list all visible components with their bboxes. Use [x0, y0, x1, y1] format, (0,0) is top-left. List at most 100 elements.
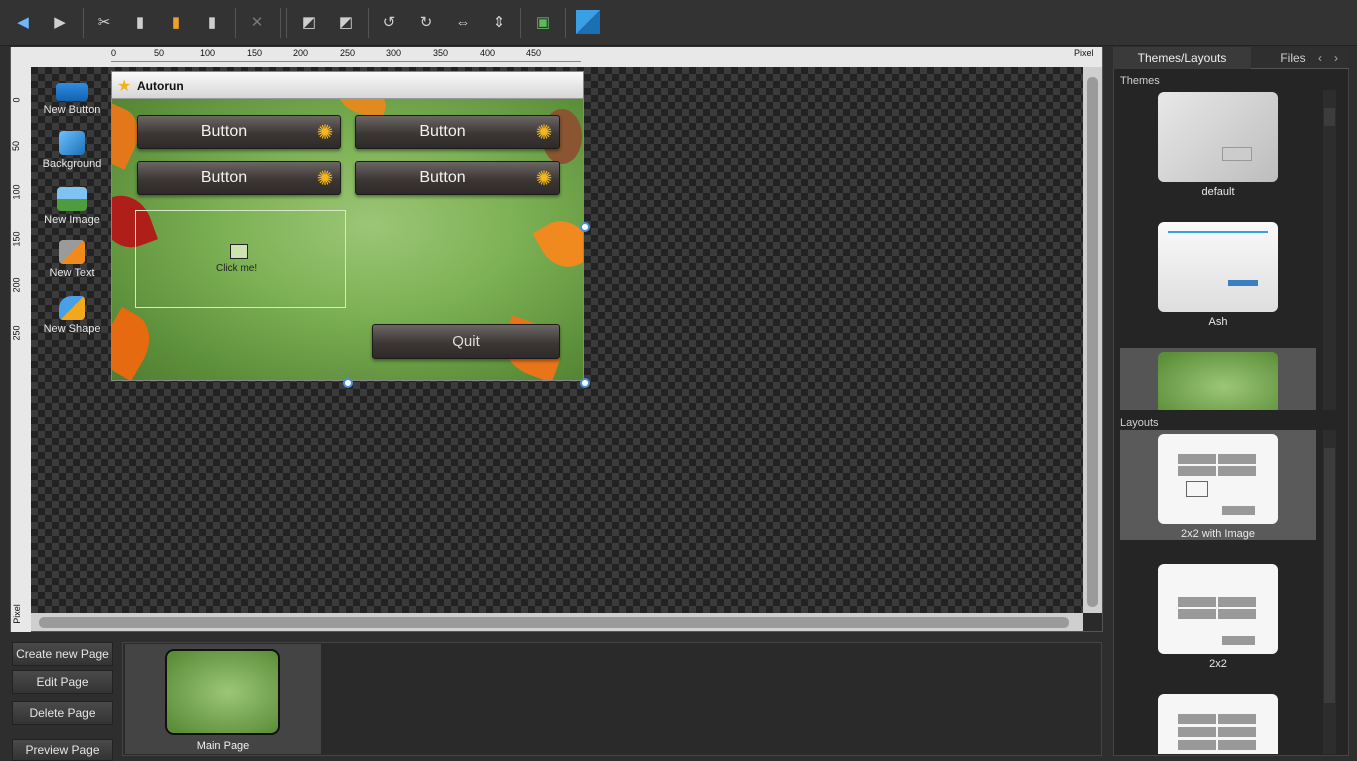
quit-button[interactable]: Quit — [372, 324, 560, 359]
autorun-window-preview[interactable]: ★ Autorun Button ✺ Button ✺ Button ✺ Button… — [111, 71, 584, 381]
flip-vertical-icon[interactable]: ⇕ — [486, 9, 512, 35]
rotate-left-icon[interactable]: ↺ — [376, 9, 402, 35]
layout-cell — [1178, 454, 1216, 464]
layout-cell — [1218, 454, 1256, 464]
leaf-decoration — [532, 211, 583, 277]
new-button-tool[interactable]: New Button — [36, 80, 108, 116]
layout-cell — [1178, 466, 1216, 476]
preview-page-button[interactable]: Preview Page — [12, 739, 113, 761]
layout-label: 2x2 with Image — [1181, 528, 1255, 540]
ruler-label: 400 — [480, 48, 496, 58]
ruler-unit-label: Pixel — [1074, 48, 1094, 58]
ruler-label: 350 — [433, 48, 449, 58]
toolbar-separator — [368, 8, 369, 38]
toolbar-separator — [286, 8, 287, 38]
flip-horizontal-icon[interactable]: ⇔ — [450, 9, 476, 35]
scrollbar-thumb[interactable] — [1324, 448, 1335, 703]
layout-card-grid[interactable] — [1158, 694, 1278, 754]
layout-card-2x2[interactable] — [1158, 564, 1278, 654]
tab-themes-layouts[interactable]: Themes/Layouts — [1113, 47, 1251, 69]
themes-scrollbar[interactable] — [1323, 90, 1336, 410]
background-tool[interactable]: Background — [36, 131, 108, 170]
scrollbar-thumb[interactable] — [1087, 77, 1098, 607]
layout-cell — [1218, 597, 1256, 607]
layout-cell — [1178, 727, 1216, 737]
clipboard-icon[interactable]: ▮ — [127, 9, 153, 35]
resize-handle-corner[interactable] — [580, 378, 590, 388]
image-caption: Click me! — [216, 263, 258, 274]
resize-handle-bottom[interactable] — [343, 378, 353, 388]
layout-cell — [1218, 466, 1256, 476]
preview-button-1[interactable]: Button ✺ — [137, 115, 341, 149]
theme-card-default[interactable] — [1158, 92, 1278, 182]
paste-icon[interactable]: ▮ — [163, 9, 189, 35]
ruler-label: 150 — [247, 48, 263, 58]
ruler-label: 300 — [386, 48, 402, 58]
create-page-button[interactable]: Create new Page — [12, 642, 113, 666]
layout-card-2x2-image[interactable] — [1158, 434, 1278, 524]
button-label: Quit — [452, 333, 480, 350]
new-text-tool[interactable]: New Text — [36, 240, 108, 279]
ruler-label: 50 — [154, 48, 165, 58]
layout-cell — [1222, 636, 1255, 645]
cut-icon[interactable]: ✂ — [91, 9, 117, 35]
edit-page-button[interactable]: Edit Page — [12, 670, 113, 694]
ruler-unit-label: Pixel — [11, 604, 22, 624]
image-placeholder[interactable]: Click me! — [135, 210, 346, 308]
resize-handle-right[interactable] — [580, 222, 590, 232]
layout-label: 2x2 — [1209, 658, 1227, 670]
preview-button-3[interactable]: Button ✺ — [137, 161, 341, 195]
right-panel-tabs: Themes/Layouts Files ‹ › — [1113, 47, 1349, 69]
vertical-ruler: 0 50 100 150 200 250 Pixel — [11, 67, 31, 632]
page-thumbnail-label: Main Page — [196, 740, 250, 752]
image-icon — [230, 244, 248, 259]
page-thumbnail-image — [165, 649, 280, 735]
send-backward-icon[interactable]: ◩ — [333, 9, 359, 35]
new-text-icon — [59, 240, 85, 264]
tab-scroll-right-icon[interactable]: › — [1329, 47, 1343, 69]
delete-icon[interactable]: ✕ — [244, 9, 270, 35]
toolbar-separator — [235, 8, 236, 38]
page-thumbnail-main[interactable]: Main Page — [125, 644, 321, 754]
canvas-vertical-scrollbar[interactable] — [1083, 67, 1102, 613]
rotate-right-icon[interactable]: ↻ — [413, 9, 439, 35]
layouts-heading: Layouts — [1120, 417, 1159, 429]
tab-files[interactable]: Files — [1273, 47, 1313, 69]
star-icon: ★ — [117, 78, 132, 95]
button-label: Button — [200, 169, 248, 186]
forward-icon[interactable]: ▶ — [47, 9, 73, 35]
window-background[interactable]: Button ✺ Button ✺ Button ✺ Button ✺ Click me… — [112, 99, 583, 380]
ruler-ticks — [111, 61, 581, 62]
preview-button-2[interactable]: Button ✺ — [355, 115, 560, 149]
back-icon[interactable]: ◀ — [10, 9, 36, 35]
button-label: Button — [200, 123, 248, 140]
scrollbar-thumb[interactable] — [39, 617, 1069, 628]
preview-button-4[interactable]: Button ✺ — [355, 161, 560, 195]
layouts-scrollbar[interactable] — [1323, 430, 1336, 754]
theme-preview-line — [1168, 231, 1268, 233]
maple-leaf-icon: ✺ — [535, 167, 553, 190]
toolbar-separator — [83, 8, 84, 38]
theme-card-autumn[interactable] — [1158, 352, 1278, 410]
horizontal-ruler: 0 50 100 150 200 250 300 350 400 450 Pix… — [11, 47, 1102, 67]
window-title-bar: ★ Autorun — [112, 72, 583, 99]
new-button-icon — [56, 83, 88, 101]
new-image-tool[interactable]: New Image — [36, 187, 108, 226]
image-icon[interactable]: ▣ — [530, 9, 556, 35]
new-shape-tool[interactable]: New Shape — [36, 296, 108, 335]
delete-page-button[interactable]: Delete Page — [12, 701, 113, 725]
leaf-decoration — [112, 306, 161, 380]
tab-scroll-left-icon[interactable]: ‹ — [1313, 47, 1327, 69]
copy-icon[interactable]: ▮ — [199, 9, 225, 35]
theme-preview-button — [1228, 280, 1258, 286]
scrollbar-thumb[interactable] — [1324, 108, 1335, 126]
ruler-label: 0 — [111, 48, 117, 58]
layout-cell — [1178, 740, 1216, 750]
canvas-horizontal-scrollbar[interactable] — [31, 613, 1083, 631]
layout-cell — [1218, 714, 1256, 724]
theme-card-ash[interactable] — [1158, 222, 1278, 312]
bring-forward-icon[interactable]: ◩ — [296, 9, 322, 35]
background-icon[interactable] — [573, 7, 603, 37]
main-toolbar: ◀ ▶ ✂ ▮ ▮ ▮ ✕ ◩ ◩ ↺ ↻ ⇔ ⇕ ▣ — [0, 0, 1357, 46]
tool-label: New Text — [49, 267, 95, 279]
